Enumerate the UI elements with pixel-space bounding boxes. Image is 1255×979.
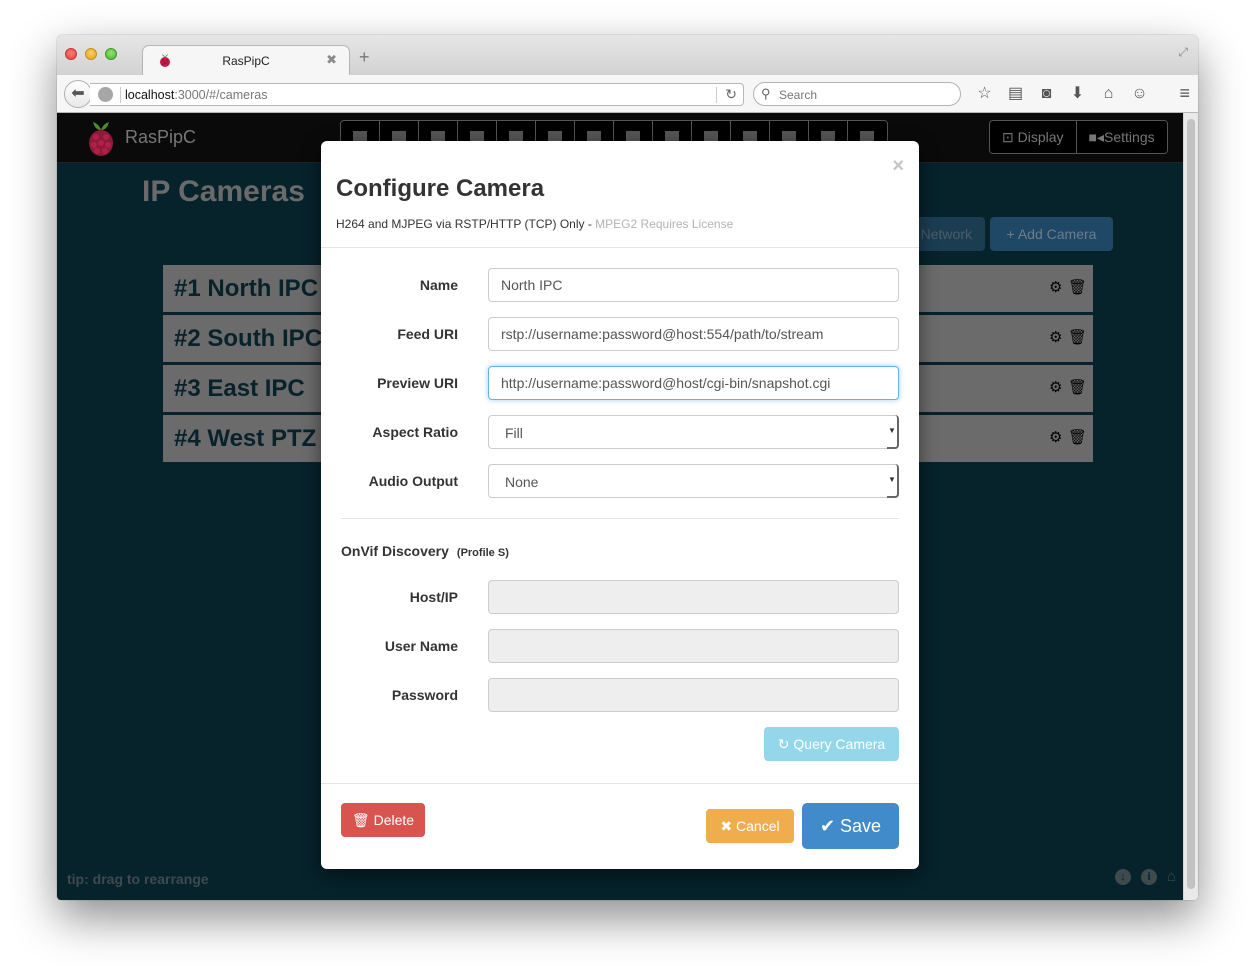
tip-text: tip: drag to rearrange (67, 871, 209, 887)
tab-title: RasPipC (222, 54, 270, 68)
new-tab-icon[interactable]: + (359, 48, 370, 66)
x-icon: ✖ (720, 818, 737, 834)
license-note: MPEG2 Requires License (595, 217, 734, 231)
back-arrow-icon: ⬅ (71, 85, 85, 102)
footer-icons: ↓ i ⌂ (1115, 869, 1183, 885)
display-button[interactable]: ⊡ Display (990, 121, 1077, 153)
password-label: Password (391, 687, 458, 703)
gear-icon[interactable]: ⚙ (1049, 279, 1064, 296)
right-nav-group: ⊡ Display ■◂Settings (989, 120, 1168, 154)
scrollbar-thumb[interactable] (1187, 119, 1195, 889)
browser-tab[interactable]: RasPipC ✖ (142, 45, 350, 76)
page-scrollbar[interactable] (1183, 113, 1198, 900)
user-name-input[interactable] (488, 629, 899, 663)
brand-name[interactable]: RasPipC (125, 127, 196, 148)
camera-name: #1 North IPC (174, 275, 319, 302)
home-icon[interactable]: ⌂ (1093, 83, 1124, 105)
divider (321, 247, 919, 248)
display-icon: ⊡ (1002, 129, 1018, 145)
window-close-button[interactable] (65, 48, 77, 60)
host-ip-label: Host/IP (409, 589, 458, 605)
page-title: IP Cameras (142, 175, 305, 208)
preview-uri-label: Preview URI (377, 375, 458, 391)
aspect-ratio-label: Aspect Ratio (372, 424, 458, 440)
reading-list-icon[interactable]: ▤ (1000, 83, 1031, 105)
audio-output-select[interactable]: None ▼ (488, 464, 899, 498)
hamburger-menu-icon[interactable]: ≡ (1179, 83, 1190, 104)
video-camera-icon: ■◂ (1088, 129, 1105, 145)
tab-bar: RasPipC ✖ + ⤢ (57, 35, 1198, 76)
divider (341, 518, 899, 519)
password-input[interactable] (488, 678, 899, 712)
preview-uri-input[interactable] (488, 366, 899, 400)
bookmark-star-icon[interactable]: ☆ (969, 83, 1000, 105)
trash-icon: 🗑 (351, 812, 374, 828)
navigation-bar: ⬅ localhost:3000/#/cameras ↻ ⚲ Search ☆ … (57, 75, 1198, 113)
browser-toolbar: ☆ ▤ ◙ ⬇ ⌂ ☺ (969, 83, 1155, 105)
camera-name: #3 East IPC (174, 375, 305, 402)
query-camera-button[interactable]: ↻ Query Camera (764, 727, 899, 761)
window-maximize-button[interactable] (105, 48, 117, 60)
refresh-icon: ↻ (777, 736, 794, 752)
reload-icon[interactable]: ↻ (725, 86, 737, 103)
modal-subtitle: H264 and MJPEG via RSTP/HTTP (TCP) Only … (336, 217, 734, 231)
search-input[interactable]: ⚲ Search (753, 82, 961, 106)
divider (321, 783, 919, 784)
feed-uri-input[interactable] (488, 317, 899, 351)
settings-button[interactable]: ■◂Settings (1076, 121, 1167, 153)
delete-button[interactable]: 🗑 Delete (341, 803, 425, 837)
camera-name: #4 West PTZ (174, 425, 317, 452)
host-ip-input[interactable] (488, 580, 899, 614)
trash-icon[interactable]: 🗑 (1068, 329, 1087, 346)
pocket-icon[interactable]: ◙ (1031, 83, 1062, 105)
aspect-ratio-select[interactable]: Fill ▼ (488, 415, 899, 449)
checkmark-icon: ✔ (819, 816, 841, 836)
gear-icon[interactable]: ⚙ (1049, 379, 1064, 396)
aspect-ratio-value: Fill (505, 425, 523, 441)
raspberry-logo-icon (89, 122, 113, 156)
search-icon: ⚲ (761, 86, 771, 101)
globe-icon (98, 87, 113, 102)
download-circle-icon[interactable]: ↓ (1115, 869, 1131, 885)
name-label: Name (419, 277, 458, 293)
name-input[interactable] (488, 268, 899, 302)
download-icon[interactable]: ⬇ (1062, 83, 1093, 105)
window-minimize-button[interactable] (85, 48, 97, 60)
info-icon[interactable]: i (1141, 869, 1157, 885)
audio-output-label: Audio Output (368, 473, 458, 489)
close-icon[interactable]: × (892, 156, 904, 176)
chevron-down-icon: ▼ (887, 464, 899, 498)
onvif-section-title: OnVif Discovery (Profile S) (341, 543, 509, 559)
home-icon[interactable]: ⌂ (1167, 869, 1183, 885)
gear-icon[interactable]: ⚙ (1049, 429, 1064, 446)
fullscreen-icon[interactable]: ⤢ (1178, 45, 1188, 60)
add-camera-button[interactable]: + Add Camera (990, 217, 1113, 251)
audio-output-value: None (505, 474, 539, 490)
chevron-down-icon: ▼ (887, 415, 899, 449)
trash-icon[interactable]: 🗑 (1068, 379, 1087, 396)
feed-uri-label: Feed URI (397, 326, 458, 342)
trash-icon[interactable]: 🗑 (1068, 279, 1087, 296)
url-bar[interactable]: localhost:3000/#/cameras ↻ (90, 83, 744, 106)
trash-icon[interactable]: 🗑 (1068, 429, 1087, 446)
chat-icon[interactable]: ☺ (1124, 83, 1155, 105)
save-button[interactable]: ✔ Save (802, 803, 899, 849)
tab-close-icon[interactable]: ✖ (326, 52, 337, 68)
user-name-label: User Name (384, 638, 458, 654)
modal-title: Configure Camera (336, 175, 545, 202)
url-text[interactable]: localhost:3000/#/cameras (125, 88, 267, 102)
camera-name: #2 South IPC (174, 325, 323, 352)
back-button[interactable]: ⬅ (64, 80, 92, 108)
search-placeholder: Search (779, 88, 818, 102)
gear-icon[interactable]: ⚙ (1049, 329, 1064, 346)
configure-camera-modal: × Configure Camera H264 and MJPEG via RS… (321, 141, 919, 869)
cancel-button[interactable]: ✖ Cancel (706, 809, 794, 843)
onvif-profile: (Profile S) (456, 547, 509, 559)
